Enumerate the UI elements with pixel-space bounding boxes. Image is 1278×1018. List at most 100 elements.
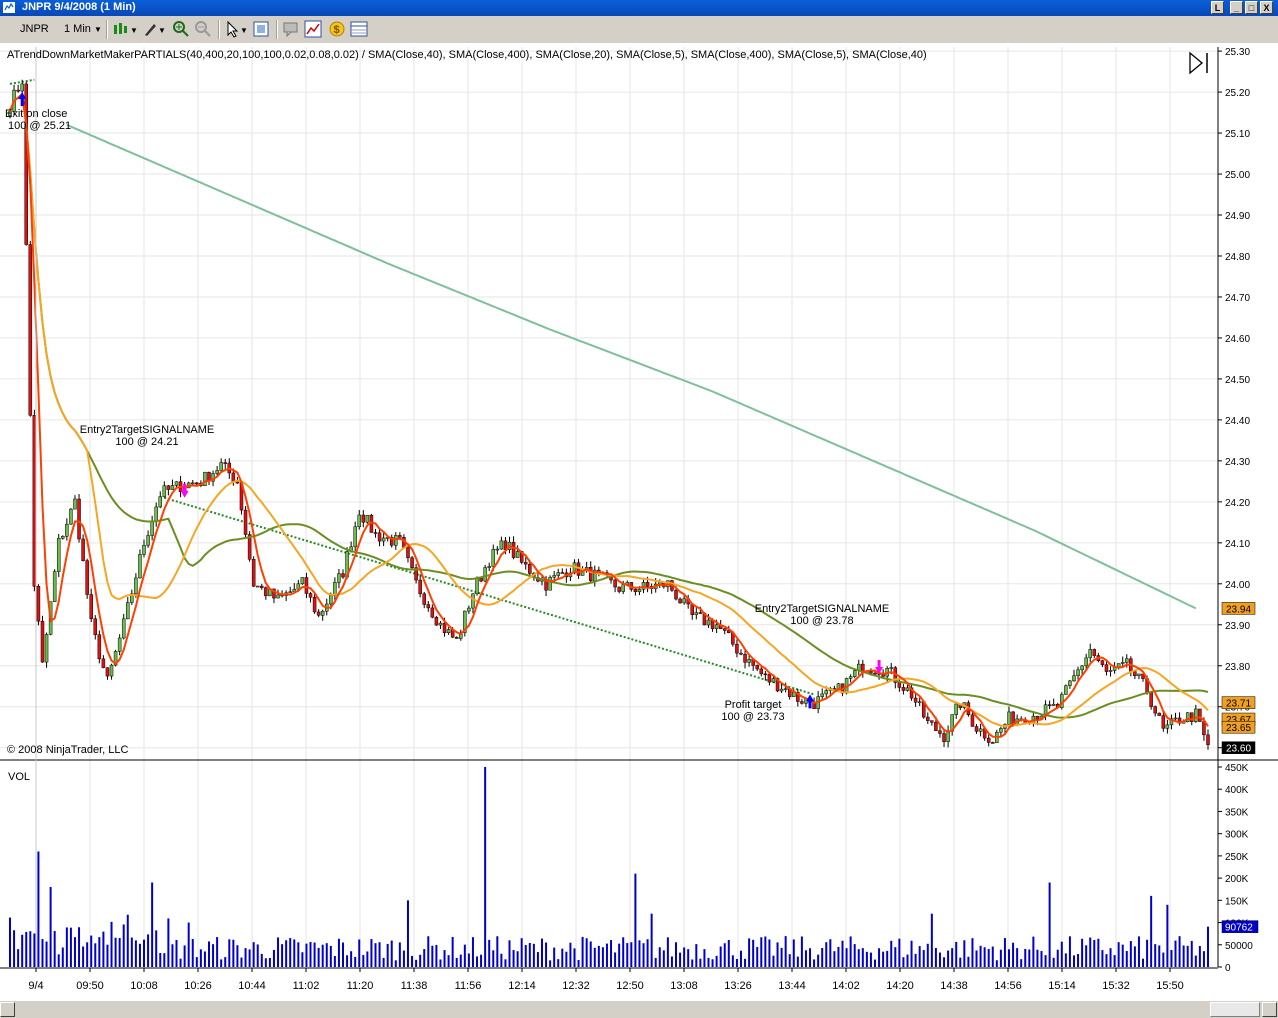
candle-body	[1206, 734, 1210, 745]
candle-body	[755, 665, 759, 670]
chart-icon[interactable]	[304, 20, 322, 38]
properties-icon[interactable]	[252, 20, 270, 38]
price-tick-label: 25.00	[1225, 170, 1250, 181]
candle-body	[674, 590, 678, 600]
candle-body	[942, 733, 946, 742]
price-flag-label: 23.94	[1226, 604, 1251, 615]
zoom-out-icon[interactable]	[194, 20, 212, 38]
volume-tick-label: 0	[1225, 963, 1231, 974]
candle-body	[978, 728, 983, 732]
candle-body	[1072, 675, 1076, 682]
time-tick-label: 11:02	[293, 980, 320, 992]
candle-body	[438, 622, 443, 626]
time-tick-label: 11:38	[401, 980, 428, 992]
price-tick-label: 23.90	[1225, 621, 1250, 632]
candle-body	[398, 535, 402, 538]
time-tick-label: 12:50	[616, 980, 644, 992]
close-button[interactable]: X	[1260, 1, 1273, 14]
candle-body	[146, 535, 150, 546]
candle-body	[215, 470, 219, 474]
candle-body	[820, 693, 824, 697]
candle-body	[471, 593, 475, 609]
candle-body	[373, 532, 378, 534]
candle-body	[203, 471, 207, 487]
price-tick-label: 24.70	[1225, 293, 1250, 304]
candle-body	[40, 620, 45, 663]
candle-body	[430, 607, 435, 618]
candle-body	[889, 667, 893, 669]
scroll-right-button[interactable]	[1262, 1002, 1277, 1017]
candle-body	[304, 577, 309, 594]
candle-body	[16, 89, 20, 92]
price-volume-chart[interactable]: 25.30 25.20 25.10 25.00 24.90 24.80 24.70 24.60…	[0, 43, 1278, 1000]
scroll-left-button[interactable]	[0, 1002, 15, 1017]
minimize-button[interactable]: _	[1230, 1, 1243, 14]
volume-tick-label: 50000	[1225, 941, 1253, 952]
data-box-icon[interactable]	[350, 20, 368, 38]
candle-body	[170, 485, 175, 490]
candle-body	[361, 514, 366, 523]
time-tick-label: 13:26	[724, 980, 752, 992]
candle-body	[487, 566, 491, 568]
candle-body	[142, 544, 146, 555]
chart-area[interactable]: 25.30 25.20 25.10 25.00 24.90 24.80 24.70 24.60…	[0, 43, 1278, 1000]
price-tick-label: 24.30	[1225, 457, 1250, 468]
zoom-in-icon[interactable]	[172, 20, 190, 38]
time-tick-label: 10:44	[238, 980, 266, 992]
candle-body	[1084, 657, 1088, 667]
candle-body	[134, 577, 138, 595]
candle-body	[954, 703, 958, 715]
candle-body	[970, 714, 975, 727]
signal-quantity: 100 @ 23.78	[790, 615, 853, 627]
candle-body	[406, 547, 410, 559]
candlestick-icon[interactable]: ▼	[112, 20, 140, 38]
time-tick-label: 09:50	[76, 980, 104, 992]
candle-body	[515, 551, 520, 558]
candle-body	[1100, 660, 1105, 665]
price-tick-label: 24.10	[1225, 539, 1250, 550]
candle-body	[36, 585, 41, 622]
chat-icon[interactable]	[282, 20, 300, 38]
candle-body	[1133, 671, 1137, 677]
candle-body	[1047, 704, 1052, 706]
instrument-selector[interactable]: JNPR ▼	[6, 20, 54, 52]
scroll-thumb[interactable]	[1210, 1002, 1260, 1017]
candle-body	[556, 572, 560, 576]
candle-body	[85, 560, 89, 595]
candle-body	[1064, 685, 1068, 695]
time-tick-label: 12:14	[508, 980, 536, 992]
candle-body	[495, 548, 500, 551]
candle-body	[613, 579, 617, 588]
candle-body	[771, 678, 776, 683]
time-tick-label: 11:20	[347, 980, 374, 992]
interval-selector[interactable]: 1 Min ▼	[62, 20, 104, 38]
candle-body	[926, 716, 930, 721]
candle-body	[1108, 670, 1113, 672]
candle-body	[735, 643, 739, 654]
candle-body	[219, 462, 223, 471]
candle-body	[97, 634, 102, 660]
candle-body	[1080, 665, 1084, 671]
price-flag-label: 23.60	[1226, 744, 1251, 755]
candle-body	[873, 672, 877, 675]
candle-body	[548, 576, 552, 591]
maximize-button[interactable]: □	[1245, 1, 1258, 14]
dollar-icon[interactable]: $	[328, 20, 346, 38]
candle-body	[337, 573, 341, 583]
pointer-icon[interactable]: ▼	[224, 20, 250, 38]
signal-quantity: 100 @ 24.21	[115, 436, 178, 448]
link-button[interactable]: L	[1211, 1, 1224, 14]
time-tick-label: 13:44	[778, 980, 806, 992]
draw-tool-icon[interactable]: ▼	[142, 20, 168, 38]
candle-body	[308, 593, 313, 598]
candle-body	[316, 611, 321, 616]
candle-body	[446, 629, 451, 633]
time-tick-label: 15:50	[1156, 980, 1184, 992]
candle-body	[235, 481, 240, 484]
price-tick-label: 25.30	[1225, 47, 1250, 58]
candle-body	[117, 637, 122, 652]
signal-label: Profit target	[725, 699, 782, 711]
candle-body	[251, 559, 256, 587]
horizontal-scrollbar[interactable]	[0, 1000, 1278, 1018]
volume-tick-label: 150K	[1225, 896, 1249, 907]
